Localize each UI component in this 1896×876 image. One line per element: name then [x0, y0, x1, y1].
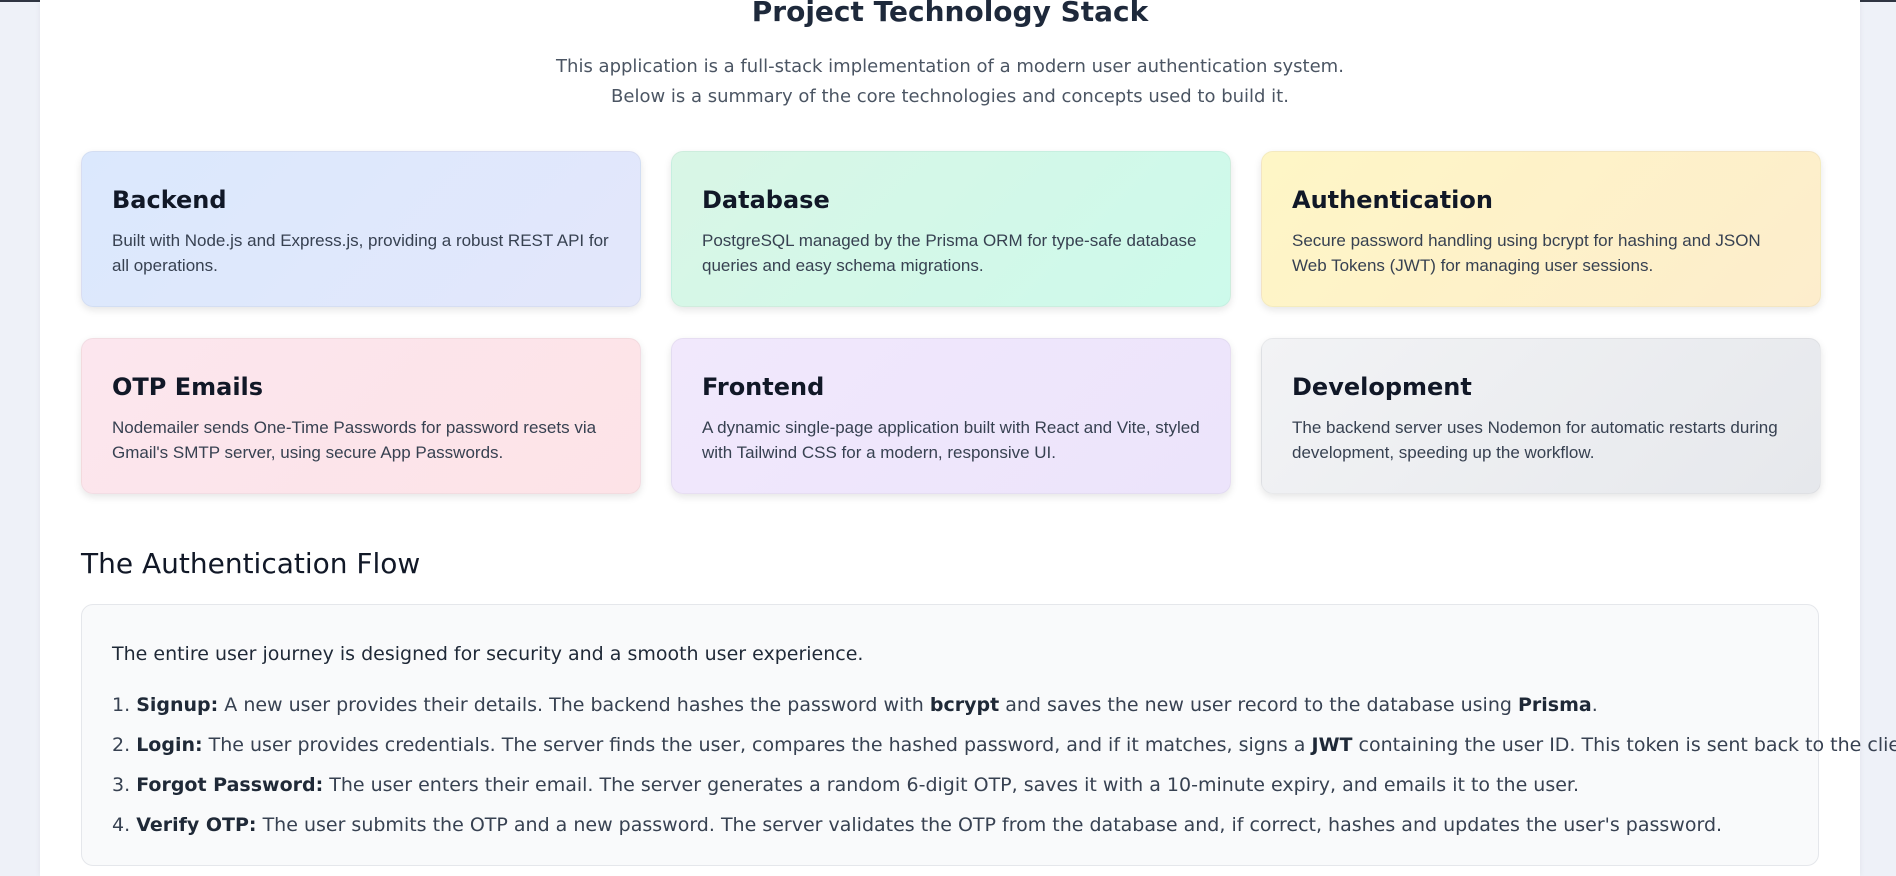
step-keyword: JWT: [1311, 734, 1353, 756]
flow-heading: The Authentication Flow: [81, 547, 421, 580]
card-description: PostgreSQL managed by the Prisma ORM for…: [702, 231, 1197, 275]
step-label: Signup:: [136, 694, 219, 716]
card-description: The backend server uses Nodemon for auto…: [1292, 418, 1778, 462]
card-description: Built with Node.js and Express.js, provi…: [112, 231, 609, 275]
step-number: 4.: [112, 814, 131, 836]
flow-step-verify-otp: 4. Verify OTP: The user submits the OTP …: [112, 805, 1788, 845]
page-intro: This application is a full-stack impleme…: [556, 56, 1344, 107]
step-keyword: Prisma: [1517, 694, 1592, 716]
step-text: The user submits the OTP and a new passw…: [256, 814, 1723, 836]
step-number: 2.: [112, 734, 131, 756]
tech-card-database: Database PostgreSQL managed by the Prism…: [671, 151, 1231, 307]
tech-card-frontend: Frontend A dynamic single-page applicati…: [671, 338, 1231, 494]
page-title: Project Technology Stack: [751, 0, 1149, 28]
step-keyword: bcrypt: [929, 694, 1000, 716]
card-title: Database: [702, 186, 830, 214]
card-title: Backend: [112, 186, 227, 214]
step-label: Forgot Password:: [136, 774, 324, 796]
card-description: A dynamic single-page application built …: [702, 418, 1200, 462]
tech-card-backend: Backend Built with Node.js and Express.j…: [81, 151, 641, 307]
flow-box: The entire user journey is designed for …: [81, 604, 1896, 866]
step-text: .: [1591, 694, 1598, 716]
card-description: Nodemailer sends One-Time Passwords for …: [112, 418, 597, 462]
step-text: A new user provides their details. The b…: [218, 694, 930, 716]
step-number: 3.: [112, 774, 131, 796]
flow-intro: The entire user journey is designed for …: [112, 643, 864, 665]
flow-step-signup: 1. Signup: A new user provides their det…: [112, 685, 1788, 725]
flow-step-login: 2. Login: The user provides credentials.…: [112, 725, 1896, 765]
tech-card-otp-emails: OTP Emails Nodemailer sends One-Time Pas…: [81, 338, 641, 494]
tech-card-authentication: Authentication Secure password handling …: [1261, 151, 1821, 307]
card-title: Authentication: [1292, 186, 1493, 214]
step-text: The user provides credentials. The serve…: [202, 734, 1312, 756]
step-label: Verify OTP:: [136, 814, 257, 836]
step-text: containing the user ID. This token is se…: [1352, 734, 1896, 756]
flow-step-forgot-password: 3. Forgot Password: The user enters thei…: [112, 765, 1788, 805]
card-description: Secure password handling using bcrypt fo…: [1292, 231, 1761, 275]
tech-card-development: Development The backend server uses Node…: [1261, 338, 1821, 494]
card-title: Frontend: [702, 373, 825, 401]
step-number: 1.: [112, 694, 131, 716]
content-panel: Project Technology Stack This applicatio…: [40, 0, 1896, 876]
card-title: Development: [1292, 373, 1472, 401]
step-text: and saves the new user record to the dat…: [999, 694, 1518, 716]
step-label: Login:: [136, 734, 203, 756]
step-text: The user enters their email. The server …: [323, 774, 1580, 796]
card-title: OTP Emails: [112, 373, 264, 401]
